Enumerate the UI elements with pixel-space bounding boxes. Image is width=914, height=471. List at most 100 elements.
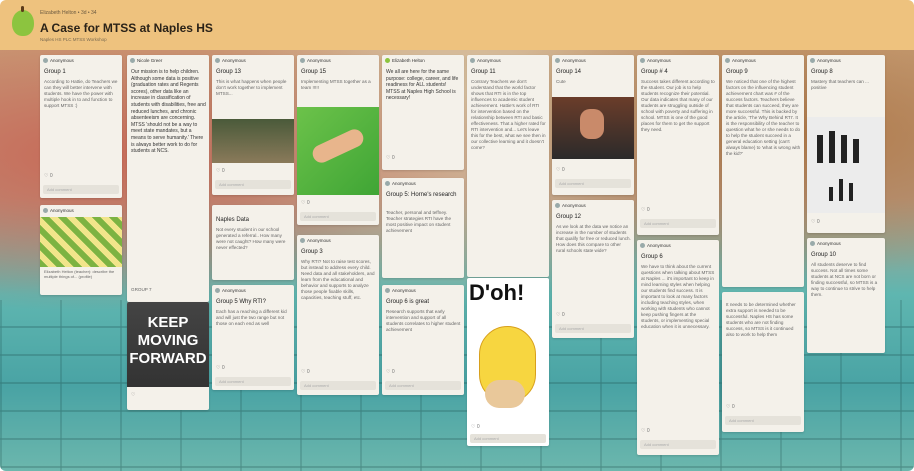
handshake-image[interactable] (297, 107, 379, 195)
comment-input[interactable]: Add comment (725, 416, 801, 425)
post-body: According to Hattie, do Teachers we can … (44, 79, 118, 108)
comment-input[interactable]: Add comment (555, 324, 631, 333)
avatar (215, 288, 220, 293)
post-body: Contrary Teachers we don't understand th… (471, 79, 546, 150)
post-card[interactable]: Anonymous Group 8 Mastery that teachers … (807, 55, 885, 233)
post-image[interactable] (40, 217, 122, 267)
post-card[interactable]: KEEP MOVING FORWARD ♡ (127, 302, 209, 410)
post-author: Anonymous (43, 58, 74, 63)
post-title: Group 14 (556, 69, 582, 75)
author-name: Anonymous (817, 241, 841, 246)
author-name: Anonymous (392, 288, 416, 293)
avatar (300, 58, 305, 63)
post-title: Group 12 (556, 214, 582, 220)
avatar (385, 288, 390, 293)
post-card[interactable]: Anonymous Group # 4 Success takes differ… (637, 55, 719, 235)
post-body: Success takes different according to the… (641, 79, 715, 132)
like-button[interactable]: ♡ 0 (386, 369, 395, 375)
comment-input[interactable]: Add comment (215, 377, 291, 386)
post-card[interactable]: Anonymous Group 14 Cute ♡ 0 Add comment (552, 55, 634, 195)
post-author: Anonymous (300, 238, 331, 243)
comment-input[interactable]: Add comment (640, 440, 716, 449)
post-card[interactable]: It needs to be determined whether extra … (722, 292, 804, 432)
homer-image[interactable] (467, 308, 549, 418)
post-card[interactable]: Anonymous Group 9 We noticed that one of… (722, 55, 804, 287)
avatar (640, 58, 645, 63)
post-card[interactable]: Anonymous Elizabeth Helton (teacher): de… (40, 205, 122, 295)
post-title: Group 13 (216, 69, 242, 75)
post-card[interactable]: Anonymous Group 6 We have to think about… (637, 240, 719, 455)
post-body: We all are here for the same purpose: co… (386, 69, 459, 102)
post-card[interactable]: Anonymous Group 1 According to Hattie, d… (40, 55, 122, 198)
like-button[interactable]: ♡ 0 (301, 200, 310, 206)
comment-input[interactable]: Add comment (215, 180, 291, 189)
comment-input[interactable]: Add comment (385, 381, 461, 390)
author-name: Anonymous (562, 58, 586, 63)
like-button[interactable]: ♡ 0 (726, 404, 735, 410)
post-card[interactable]: Anonymous Group 5: Horne's research Teac… (382, 178, 464, 278)
like-button[interactable]: ♡ 0 (556, 167, 565, 173)
post-caption: Elizabeth Helton (teacher): describe the… (44, 269, 115, 279)
like-button[interactable]: ♡ 0 (301, 369, 310, 375)
like-button[interactable]: ♡ 0 (44, 173, 53, 179)
avatar (470, 58, 475, 63)
comment-input[interactable]: Add comment (43, 185, 119, 194)
post-title: Group 11 (471, 69, 496, 75)
comment-input[interactable]: Add comment (470, 434, 546, 443)
comment-input[interactable]: Add comment (300, 212, 376, 221)
like-button[interactable]: ♡ 0 (811, 219, 820, 225)
post-body: We noticed that one of the highest facto… (726, 79, 801, 156)
bar-graph-image[interactable] (807, 117, 885, 213)
author-name: Anonymous (307, 238, 331, 243)
author-name: Anonymous (477, 58, 501, 63)
post-image[interactable] (552, 97, 634, 159)
post-body: Mastery that teachers can ... positive (811, 79, 869, 90)
like-button[interactable]: ♡ (131, 392, 135, 398)
comment-input[interactable]: Add comment (300, 381, 376, 390)
post-title: Group 5: Horne's research (386, 192, 457, 198)
avatar (555, 203, 560, 208)
like-button[interactable]: ♡ 0 (556, 312, 565, 318)
image-text: KEEP (147, 314, 189, 331)
post-body: Not every student in our school generate… (216, 227, 286, 250)
post-card[interactable]: Naples Data Not every student in our sch… (212, 205, 294, 280)
post-card[interactable]: Anonymous Group 6 is great Research supp… (382, 285, 464, 395)
like-button[interactable]: ♡ 0 (641, 207, 650, 213)
author-name: Anonymous (50, 208, 74, 213)
post-title: Group 15 (301, 69, 327, 75)
post-card[interactable]: Anonymous Group 10 All students deserve … (807, 238, 885, 353)
post-card[interactable]: Anonymous Group 5 Why RTI? Each has a re… (212, 285, 294, 390)
post-body: Research supports that early interventio… (386, 309, 461, 332)
author-name: Anonymous (50, 58, 74, 63)
keep-moving-image[interactable]: KEEP MOVING FORWARD (127, 302, 209, 387)
comment-input[interactable]: Add comment (640, 219, 716, 228)
post-card[interactable]: Anonymous Group 3 Why RTI? Not to raise … (297, 235, 379, 395)
post-body: Cute (556, 79, 566, 84)
post-author: Anonymous (810, 241, 841, 246)
post-card[interactable]: Anonymous Group 15 Implementing MTSS tog… (297, 55, 379, 225)
like-button[interactable]: ♡ 0 (216, 168, 225, 174)
post-title: Group 9 (726, 69, 748, 75)
like-button[interactable]: ♡ 0 (641, 428, 650, 434)
image-text: FORWARD (129, 350, 207, 367)
board-title[interactable]: A Case for MTSS at Naples HS (40, 21, 213, 35)
post-body: Our mission is to help children. Althoug… (131, 69, 206, 155)
post-title: Group 8 (811, 69, 833, 75)
post-card[interactable]: Anonymous Group 12 As we look at the dat… (552, 200, 634, 338)
like-button[interactable]: ♡ 0 (471, 424, 480, 430)
comment-input[interactable]: Add comment (555, 179, 631, 188)
post-body: Implementing MTSS together as a team !!!… (301, 79, 371, 90)
post-image[interactable] (212, 119, 294, 163)
post-card[interactable]: D'oh! ♡ 0 Add comment (467, 278, 549, 446)
post-card[interactable]: Nicole Greer Our mission is to help chil… (127, 55, 209, 302)
post-author: Anonymous (555, 203, 586, 208)
avatar (810, 241, 815, 246)
post-card[interactable]: Anonymous Group 11 Contrary Teachers we … (467, 55, 549, 277)
post-author: Anonymous (385, 288, 416, 293)
avatar (640, 243, 645, 248)
post-card[interactable]: Elizabeth Helton We all are here for the… (382, 55, 464, 170)
like-button[interactable]: ♡ 0 (216, 365, 225, 371)
post-card[interactable]: Anonymous Group 13 This is what happens … (212, 55, 294, 195)
author-name: Nicole Greer (137, 58, 163, 63)
like-button[interactable]: ♡ 0 (386, 155, 395, 161)
